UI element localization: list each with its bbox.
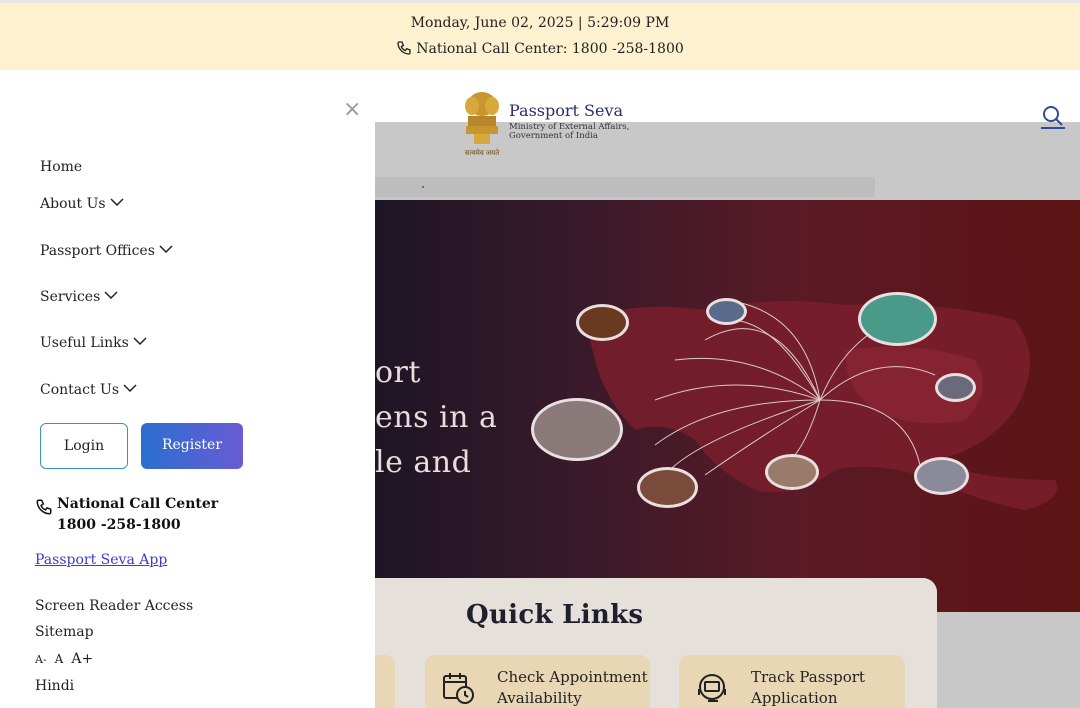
font-size-controls: A- A A+ (35, 651, 101, 667)
screen-reader-access-link[interactable]: Screen Reader Access (35, 598, 193, 614)
call-center-number: 1800 -258-1800 (57, 517, 181, 533)
font-decrease-button[interactable]: A- (35, 653, 47, 666)
passport-seva-app-link[interactable]: Passport Seva App (35, 552, 167, 568)
chevron-down-icon (104, 291, 118, 299)
nav-item-services[interactable]: Services (40, 289, 118, 305)
search-icon[interactable] (1040, 104, 1066, 134)
top-info-bar: Monday, June 02, 2025 | 5:29:09 PM Natio… (0, 0, 1080, 70)
breadcrumb-dot (422, 186, 424, 188)
phone-icon (397, 41, 411, 55)
avatar (706, 298, 747, 325)
sitemap-link[interactable]: Sitemap (35, 624, 94, 640)
hero-tagline-line-1: ort (375, 355, 421, 390)
chevron-down-icon (133, 337, 147, 345)
quick-link-label-line-2: Application (751, 689, 838, 707)
call-center-title: National Call Center (57, 496, 219, 512)
nav-item-label: Useful Links (40, 335, 129, 351)
quick-link-label-line-1: Track Passport (751, 668, 865, 686)
brand-title: Passport Seva (509, 101, 624, 120)
quick-links-title: Quick Links (466, 600, 644, 630)
avatar (765, 454, 819, 490)
nav-item-label: Home (40, 159, 83, 175)
quick-link-label-line-1: Check Appointment (497, 668, 648, 686)
nav-item-label: Services (40, 289, 101, 305)
call-center-info: National Call Center: 1800 -258-1800 (0, 40, 1080, 57)
nav-item-passport-offices[interactable]: Passport Offices (40, 243, 173, 259)
nav-item-useful-links[interactable]: Useful Links (40, 335, 147, 351)
quick-link-check-appointment[interactable]: Check Appointment Availability (425, 655, 650, 708)
emblem-motto: सत्यमेव जयते (465, 148, 500, 157)
nav-item-label: Passport Offices (40, 243, 155, 259)
login-button[interactable]: Login (40, 423, 128, 469)
track-support-icon (695, 671, 731, 708)
language-hindi-link[interactable]: Hindi (35, 678, 74, 694)
avatar (914, 457, 969, 495)
hero-tagline-line-3: le and (375, 445, 472, 480)
quick-link-label: Track Passport Application (751, 667, 865, 708)
nav-item-about-us[interactable]: About Us (40, 196, 124, 212)
font-normal-button[interactable]: A (55, 652, 64, 666)
chevron-down-icon (159, 245, 173, 253)
nav-item-home[interactable]: Home (40, 159, 82, 175)
font-increase-button[interactable]: A+ (71, 651, 93, 667)
national-emblem-logo[interactable]: सत्यमेव जयते (460, 86, 504, 162)
brand-subtitle: Ministry of External Affairs, Government… (509, 123, 629, 141)
avatar (637, 467, 698, 508)
breadcrumb (375, 177, 875, 197)
avatar (531, 398, 623, 461)
quick-link-label: Check Appointment Availability (497, 667, 648, 708)
hero-tagline: ort ens in a le and (375, 350, 497, 485)
close-icon[interactable]: × (343, 99, 361, 121)
brand-subtitle-line-2: Government of India (509, 131, 598, 141)
register-button[interactable]: Register (141, 423, 243, 469)
calendar-clock-icon (441, 671, 475, 708)
hero-banner: ort ens in a le and (375, 200, 1080, 612)
current-datetime: Monday, June 02, 2025 | 5:29:09 PM (410, 15, 670, 31)
avatar (935, 373, 976, 402)
chevron-down-icon (110, 198, 124, 206)
avatar (858, 292, 937, 346)
nav-item-label: Contact Us (40, 382, 120, 398)
nav-item-label: About Us (40, 196, 106, 212)
quick-link-track-passport[interactable]: Track Passport Application (679, 655, 905, 708)
call-center-text: National Call Center: 1800 -258-1800 (416, 41, 684, 57)
quick-link-label-line-2: Availability (497, 689, 582, 707)
avatar (576, 304, 629, 341)
quick-link-card-partial[interactable] (375, 655, 395, 708)
hero-tagline-line-2: ens in a (375, 400, 498, 435)
nav-item-contact-us[interactable]: Contact Us (40, 382, 137, 398)
phone-icon (36, 499, 52, 515)
chevron-down-icon (123, 384, 137, 392)
